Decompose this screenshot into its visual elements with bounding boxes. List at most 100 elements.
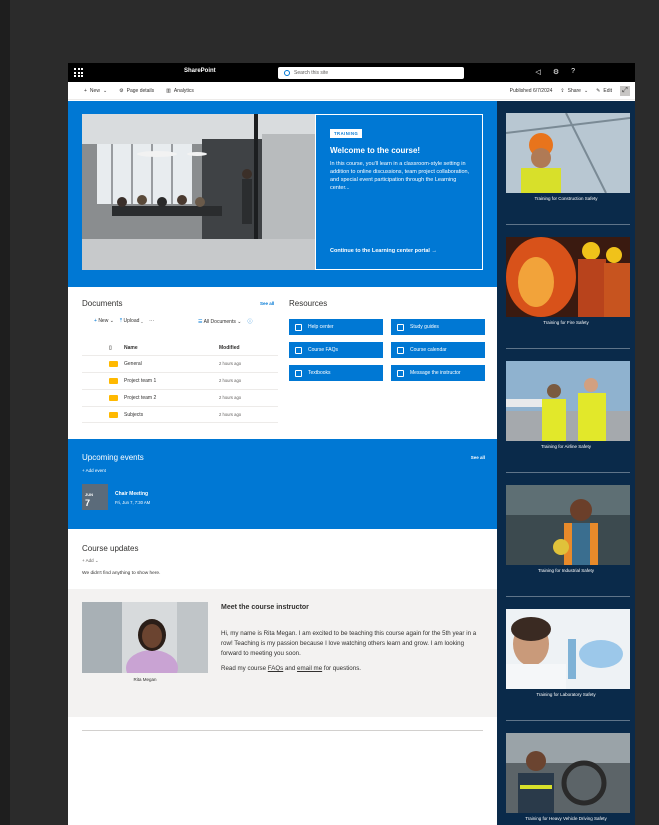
training-card[interactable]: Training for Construction Safety	[497, 101, 635, 225]
event-time: Fri, Jun 7, 7:30 AM	[115, 500, 151, 505]
edit-label: Edit	[603, 88, 612, 94]
suite-bar: SharePoint Search this site ◁ ⚙ ?	[68, 63, 635, 82]
document-name[interactable]: Project team 1	[124, 378, 156, 384]
page-details-button[interactable]: ⚙ Page details	[119, 88, 154, 94]
analytics-label: Analytics	[173, 88, 194, 94]
plus-icon: +	[84, 88, 87, 94]
chevron-down-icon: ⌄	[102, 88, 108, 94]
calendar-icon	[397, 346, 404, 354]
training-card[interactable]: Training for Airline Safety	[497, 349, 635, 473]
event-day: 7	[85, 498, 91, 508]
new-label: New	[89, 88, 100, 94]
event-name[interactable]: Chair Meeting	[115, 491, 148, 497]
search-icon	[284, 70, 290, 76]
document-modified: 2 hours ago	[219, 361, 242, 366]
add-event-label: Add event	[85, 468, 106, 473]
help-icon[interactable]: ?	[571, 68, 575, 76]
training-card[interactable]: Training for Industrial Safety	[497, 473, 635, 597]
hero-section: TRAINING Welcome to the course! In this …	[68, 101, 497, 287]
event-date-tile[interactable]: JUN 7	[82, 484, 108, 510]
left-gutter	[0, 0, 10, 825]
documents-see-all-link[interactable]: See all	[260, 301, 274, 306]
classroom-photo	[82, 114, 315, 270]
add-event-button[interactable]: + Add event	[82, 468, 106, 473]
document-name[interactable]: Subjects	[124, 412, 143, 418]
laboratory-photo	[506, 609, 630, 689]
document-modified: 2 hours ago	[219, 378, 242, 383]
help-center-button[interactable]: Help center	[289, 319, 383, 335]
folder-icon	[109, 361, 118, 367]
docs-upload-button[interactable]: ⤒ Upload ⌄	[120, 318, 143, 324]
new-button[interactable]: + New ⌄	[84, 88, 107, 94]
textbooks-label: Textbooks	[308, 370, 331, 376]
info-icon[interactable]: ⓘ	[247, 318, 252, 325]
message-instructor-button[interactable]: Message the instructor	[391, 365, 485, 381]
document-name[interactable]: Project team 2	[124, 395, 156, 401]
folder-icon	[109, 395, 118, 401]
training-card[interactable]: Training for Heavy Vehicle Driving Safet…	[497, 721, 635, 825]
course-faqs-button[interactable]: Course FAQs	[289, 342, 383, 358]
course-updates-title: Course updates	[82, 544, 139, 553]
document-modified: 2 hours ago	[219, 412, 242, 417]
events-title: Upcoming events	[82, 453, 144, 462]
instructor-bio: Hi, my name is Rita Megan. I am excited …	[221, 630, 477, 657]
add-update-label: Add	[85, 558, 94, 563]
resources-title: Resources	[289, 299, 328, 308]
docs-upload-label: Upload	[123, 318, 140, 324]
study-guides-label: Study guides	[410, 324, 439, 330]
training-title: Training for Heavy Vehicle Driving Safet…	[525, 816, 607, 821]
course-calendar-button[interactable]: Course calendar	[391, 342, 485, 358]
events-section: Upcoming events See all + Add event JUN …	[68, 439, 497, 529]
learning-center-link[interactable]: Continue to the Learning center portal →	[330, 248, 437, 254]
chevron-down-icon: ⌄	[583, 88, 589, 94]
document-row[interactable]: Project team 2 2 hours ago	[82, 389, 278, 406]
document-row[interactable]: Subjects 2 hours ago	[82, 406, 278, 423]
empty-state-message: We didn't find anything to show here.	[82, 571, 161, 576]
events-see-all-link[interactable]: See all	[471, 455, 485, 460]
training-sidebar: Training for Construction Safety Trainin…	[497, 101, 635, 825]
megaphone-icon[interactable]: ◁	[535, 68, 540, 76]
gear-icon: ⚙	[119, 88, 124, 94]
chart-icon: ▥	[166, 88, 171, 94]
name-column-header[interactable]: Name	[124, 345, 138, 351]
analytics-button[interactable]: ▥ Analytics	[166, 88, 194, 94]
share-icon: ⇪	[560, 88, 565, 94]
document-name[interactable]: General	[124, 361, 142, 367]
training-card[interactable]: Training for Fire Safety	[497, 225, 635, 349]
documents-view-selector: ☰ All Documents ⌄ ⓘ	[198, 318, 252, 326]
help-center-label: Help center	[308, 324, 334, 330]
study-guides-button[interactable]: Study guides	[391, 319, 485, 335]
add-update-button[interactable]: + Add ⌄	[82, 558, 99, 564]
textbooks-button[interactable]: Textbooks	[289, 365, 383, 381]
docs-new-button[interactable]: + New ⌄	[94, 318, 114, 324]
view-picker[interactable]: ☰ All Documents ⌄	[198, 319, 241, 325]
document-row[interactable]: Project team 1 2 hours ago	[82, 372, 278, 389]
docs-view-label: All Documents	[203, 318, 236, 325]
search-box[interactable]: Search this site	[278, 67, 464, 79]
page-details-label: Page details	[126, 88, 155, 94]
published-status: Published 6/7/2024	[509, 88, 553, 94]
industrial-photo	[506, 485, 630, 565]
edit-button[interactable]: ✎ Edit	[596, 88, 612, 94]
training-card[interactable]: Training for Laboratory Safety	[497, 597, 635, 721]
hero-title: Welcome to the course!	[330, 146, 421, 155]
expand-icon[interactable]: ⤢	[620, 86, 630, 96]
modified-column-header[interactable]: Modified	[219, 345, 240, 351]
app-brand[interactable]: SharePoint	[184, 68, 216, 74]
sharepoint-page: SharePoint Search this site ◁ ⚙ ? + New ⌄ …	[68, 63, 635, 825]
email-link[interactable]: email me	[297, 665, 322, 672]
document-row[interactable]: General 2 hours ago	[82, 355, 278, 372]
app-launcher-icon[interactable]	[74, 68, 83, 77]
search-placeholder: Search this site	[294, 70, 329, 76]
course-calendar-label: Course calendar	[410, 347, 447, 353]
docs-more-button[interactable]: ···	[149, 318, 154, 324]
book-icon	[295, 346, 302, 354]
instructor-contact-text: Read my course FAQs and email me for que…	[221, 665, 361, 672]
documents-toolbar: + New ⌄ ⤒ Upload ⌄ ···	[94, 318, 154, 324]
folder-icon	[109, 378, 118, 384]
share-button[interactable]: ⇪ Share ⌄	[560, 88, 588, 94]
read-suffix: for questions.	[322, 665, 362, 672]
faqs-link[interactable]: FAQs	[268, 665, 283, 672]
event-month: JUN	[85, 492, 94, 497]
gear-icon[interactable]: ⚙	[553, 68, 559, 76]
